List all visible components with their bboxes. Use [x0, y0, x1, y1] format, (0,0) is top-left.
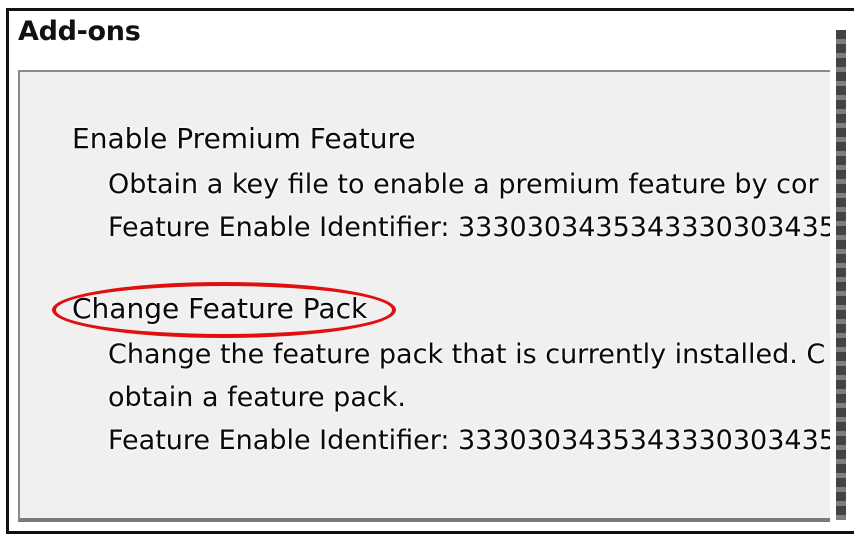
- change-feature-pack-description-line1: Change the feature pack that is currentl…: [108, 339, 826, 370]
- change-feature-pack-identifier: Feature Enable Identifier: 3330303435343…: [108, 425, 836, 456]
- addons-header-title: Add-ons: [18, 16, 141, 47]
- change-feature-pack-description-line2: obtain a feature pack.: [108, 382, 406, 413]
- enable-premium-feature-identifier: Feature Enable Identifier: 3330303435343…: [108, 212, 836, 243]
- change-feature-pack-link[interactable]: Change Feature Pack: [72, 292, 367, 325]
- enable-premium-feature-description: Obtain a key file to enable a premium fe…: [108, 169, 819, 200]
- clipped-text-edge: [836, 30, 846, 520]
- enable-premium-feature-link[interactable]: Enable Premium Feature: [72, 122, 416, 155]
